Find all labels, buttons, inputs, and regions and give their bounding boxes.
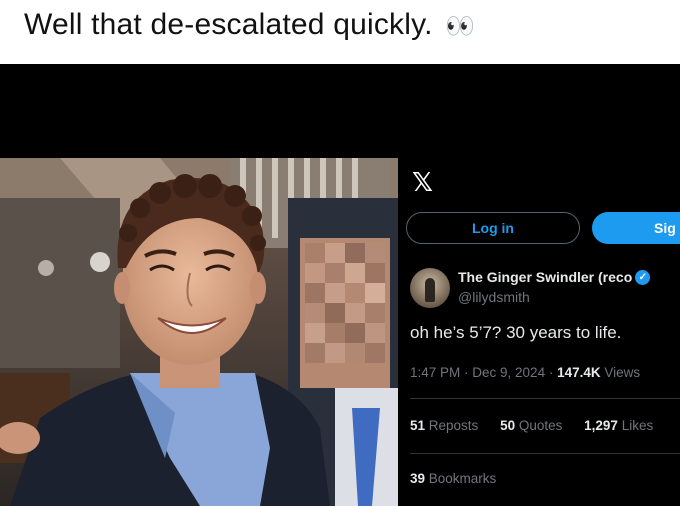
tweet-timestamp[interactable]: 1:47 PM · Dec 9, 2024 ·	[410, 365, 557, 380]
tweet-metadata: 1:47 PM · Dec 9, 2024 · 147.4K Views	[410, 365, 640, 380]
engagement-stats: 51 Reposts 50 Quotes 1,297 Likes	[410, 418, 653, 433]
views-count: 147.4K	[557, 365, 601, 380]
divider	[410, 398, 680, 399]
caption-text: Well that de-escalated quickly.	[24, 8, 433, 41]
quotes-stat[interactable]: 50 Quotes	[500, 418, 562, 433]
author-handle[interactable]: @lilydsmith	[458, 289, 530, 305]
photo-illustration	[0, 158, 398, 506]
bookmarks-stat[interactable]: 39 Bookmarks	[410, 471, 496, 486]
tweet-text: oh he’s 5’7? 30 years to life.	[410, 323, 622, 342]
tweet-panel: 𝕏 Log in Sig The Ginger Swindler (reco ✓…	[398, 158, 680, 506]
photo-of-two-people	[0, 158, 398, 506]
avatar[interactable]	[410, 268, 450, 308]
x-logo-icon[interactable]: 𝕏	[412, 168, 433, 198]
likes-stat[interactable]: 1,297 Likes	[584, 418, 653, 433]
avatar-figure	[425, 278, 435, 302]
meme-caption: Well that de-escalated quickly. 👀	[24, 8, 475, 42]
author-name-row[interactable]: The Ginger Swindler (reco ✓	[458, 269, 651, 285]
login-button[interactable]: Log in	[406, 212, 580, 244]
reposts-stat[interactable]: 51 Reposts	[410, 418, 478, 433]
author-name[interactable]: The Ginger Swindler (reco	[458, 269, 632, 285]
views-label: Views	[600, 365, 641, 380]
divider	[410, 453, 680, 454]
verified-badge-icon: ✓	[635, 269, 651, 285]
eyes-emoji-icon: 👀	[445, 13, 476, 40]
signup-button[interactable]: Sig	[592, 212, 680, 244]
